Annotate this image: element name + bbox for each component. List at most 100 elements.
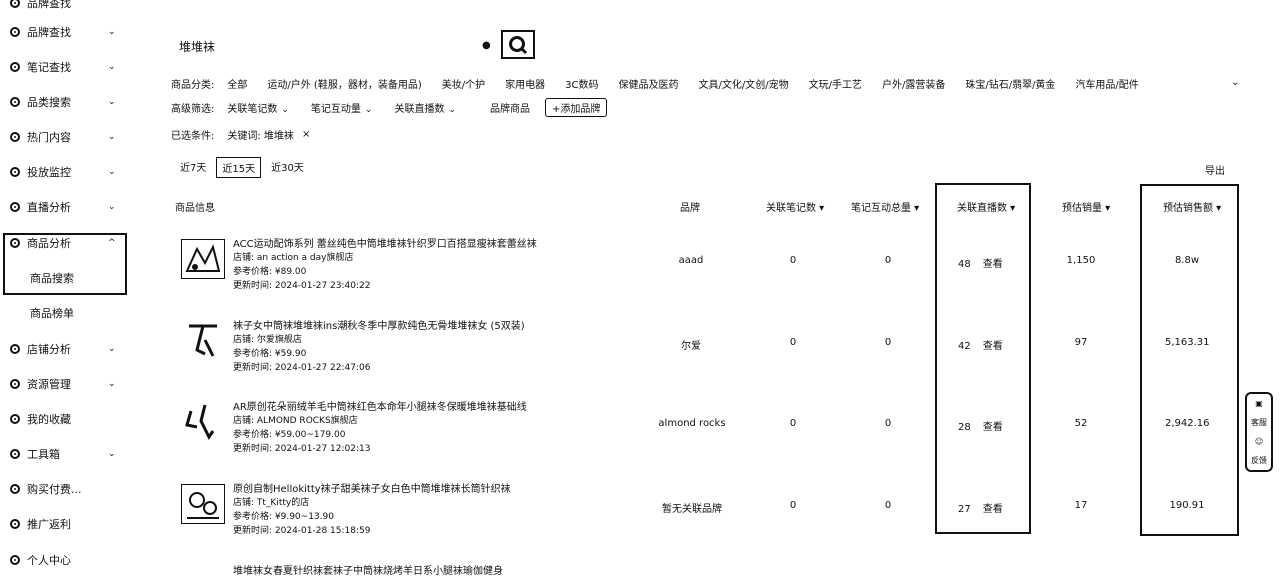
sidebar-item-note-search[interactable]: 笔记查找 ⌄ [10,56,116,78]
view-link[interactable]: 查看 [983,422,1003,433]
category-option[interactable]: 珠宝/钻石/翡翠/黄金 [965,76,1055,91]
sidebar-item-label: 品类搜索 [27,96,71,109]
brand-products-label: 品牌商品 [490,104,531,115]
customer-service-icon[interactable]: ▣ [1255,399,1263,408]
header-est-sales[interactable]: 预估销量 ▾ [1062,199,1110,214]
sidebar-item-toolbox[interactable]: 工具箱 ⌄ [10,443,116,465]
cell-interactions: 0 [884,500,892,511]
category-option[interactable]: 运动/户外 (鞋服，器材，装备用品) [267,76,421,91]
sidebar-item-resource-management[interactable]: 资源管理 ⌄ [10,373,116,395]
advanced-filter-label: 高级筛选: [171,104,215,115]
category-option[interactable]: 美妆/个护 [442,76,485,91]
product-thumbnail[interactable] [181,401,225,441]
product-image-icon [187,492,219,519]
revenue-column-highlight [1140,184,1239,536]
product-updated: 更新时间: 2024-01-27 23:40:22 [233,281,371,291]
sidebar-sub-product-search[interactable]: 商品搜索 [30,268,74,288]
chevron-down-icon: ⌄ [364,105,373,115]
sidebar-item-label: 笔记查找 [27,61,71,74]
view-link[interactable]: 查看 [983,259,1003,270]
header-related-notes[interactable]: 关联笔记数 ▾ [766,199,824,214]
category-option[interactable]: 文玩/手工艺 [809,76,862,91]
floating-support-bar: ▣ 客服 ☺ 反馈 [1245,392,1273,472]
product-image-icon [185,404,215,440]
header-related-lives[interactable]: 关联直播数 ▾ [957,199,1015,214]
sidebar-item-category-search[interactable]: 品类搜索 ⌄ [10,91,116,113]
cell-interactions: 0 [884,418,892,429]
product-title[interactable]: AR原创花朵丽绒羊毛中筒袜红色本命年小腿袜冬保暖堆堆袜基础线 [233,398,527,413]
feedback-label[interactable]: 反馈 [1251,455,1267,466]
sidebar-item-label: 推广返利 [27,518,71,531]
circle-icon [10,414,20,424]
chevron-down-icon: ⌄ [108,167,116,177]
add-brand-button[interactable]: +添加品牌 [545,98,608,117]
sidebar-item-top[interactable]: 品牌查找 [10,0,71,14]
product-price: 参考价格: ¥59.90 [233,349,307,359]
chevron-down-icon: ⌄ [448,105,457,115]
product-thumbnail[interactable] [181,239,225,279]
sidebar-item-label: 个人中心 [27,554,71,567]
category-option[interactable]: 家用电器 [505,76,545,91]
sidebar-item-profile[interactable]: 个人中心 [10,549,71,571]
clear-icon[interactable]: ● [482,40,491,51]
product-thumbnail[interactable] [181,484,225,524]
range-7d[interactable]: 近7天 [175,157,211,178]
view-link[interactable]: 查看 [983,341,1003,352]
circle-icon [10,238,20,248]
cell-brand: almond rocks [658,418,726,429]
range-15d[interactable]: 近15天 [216,157,262,178]
product-thumbnail[interactable] [181,320,225,360]
product-title[interactable]: 堆堆袜女春夏针织袜套袜子中筒袜烧烤羊日系小腿袜瑜伽健身 [233,562,503,577]
sidebar: 品牌查找 品牌查找 ⌄ 笔记查找 ⌄ 品类搜索 ⌄ 热门内容 ⌄ 投放监控 ⌄ … [0,0,135,573]
chevron-down-icon: ⌄ [108,27,116,37]
sidebar-item-my-favorites[interactable]: 我的收藏 [10,408,71,430]
cell-sales: 1,150 [1066,255,1096,266]
cell-notes: 0 [789,500,797,511]
category-expand-icon[interactable]: ⌄ [1231,77,1239,88]
export-button[interactable]: 导出 [1205,162,1225,177]
category-option[interactable]: 3C数码 [565,76,598,91]
product-price: 参考价格: ¥9.90~13.90 [233,512,334,522]
sidebar-item-product-analysis[interactable]: 商品分析 ^ [10,232,116,254]
filter-related-notes[interactable]: 关联笔记数 ⌄ [227,100,289,115]
sidebar-item-shop-analysis[interactable]: 店铺分析 ⌄ [10,338,116,360]
cell-revenue: 8.8w [1174,255,1200,266]
product-title[interactable]: 袜子女中筒袜堆堆袜ins潮秋冬季中厚款纯色无骨堆堆袜女 (5双装) [233,317,525,332]
cell-lives: 48 查看 [958,259,1003,270]
sidebar-item-hot-content[interactable]: 热门内容 ⌄ [10,126,116,148]
header-note-interactions[interactable]: 笔记互动总量 ▾ [851,199,919,214]
cell-revenue: 190.91 [1169,500,1205,511]
close-icon[interactable]: × [302,129,310,140]
sidebar-item-brand-search[interactable]: 品牌查找 ⌄ [10,21,116,43]
product-shop: 店铺: ALMOND ROCKS旗舰店 [233,416,358,426]
filter-related-lives[interactable]: 关联直播数 ⌄ [394,100,456,115]
search-input[interactable]: 堆堆袜 [179,38,215,55]
customer-service-label[interactable]: 客服 [1251,417,1267,428]
product-title[interactable]: 原创自制Hellokitty袜子甜美袜子女白色中筒堆堆袜长筒针织袜 [233,480,511,495]
sidebar-item-ad-monitor[interactable]: 投放监控 ⌄ [10,161,116,183]
sidebar-item-label: 热门内容 [27,131,71,144]
selected-label: 已选条件: [171,131,215,142]
sidebar-item-label: 直播分析 [27,201,71,214]
category-option[interactable]: 汽车用品/配件 [1075,76,1138,91]
sidebar-sub-product-ranking[interactable]: 商品榜单 [30,303,74,323]
cell-revenue: 5,163.31 [1165,337,1210,348]
chevron-down-icon: ⌄ [108,97,116,107]
sidebar-item-purchase[interactable]: 购买付费... [10,478,82,500]
range-30d[interactable]: 近30天 [266,157,309,178]
category-option[interactable]: 文具/文化/文创/宠物 [698,76,788,91]
category-option[interactable]: 户外/露营装备 [882,76,945,91]
header-est-revenue[interactable]: 预估销售额 ▾ [1163,199,1221,214]
sidebar-item-live-analysis[interactable]: 直播分析 ⌄ [10,196,116,218]
header-product-info: 商品信息 [175,203,215,214]
smile-icon[interactable]: ☺ [1255,437,1263,446]
category-option[interactable]: 保健品及医药 [618,76,678,91]
filter-note-interactions[interactable]: 笔记互动量 ⌄ [311,100,373,115]
category-option[interactable]: 全部 [227,76,247,91]
sidebar-item-referral[interactable]: 推广返利 [10,513,71,535]
circle-icon [10,202,20,212]
search-button[interactable] [501,30,535,59]
cell-notes: 0 [789,418,797,429]
product-title[interactable]: ACC运动配饰系列 蕾丝纯色中筒堆堆袜针织罗口百搭显瘦袜套蕾丝袜 [233,235,537,250]
view-link[interactable]: 查看 [983,504,1003,515]
